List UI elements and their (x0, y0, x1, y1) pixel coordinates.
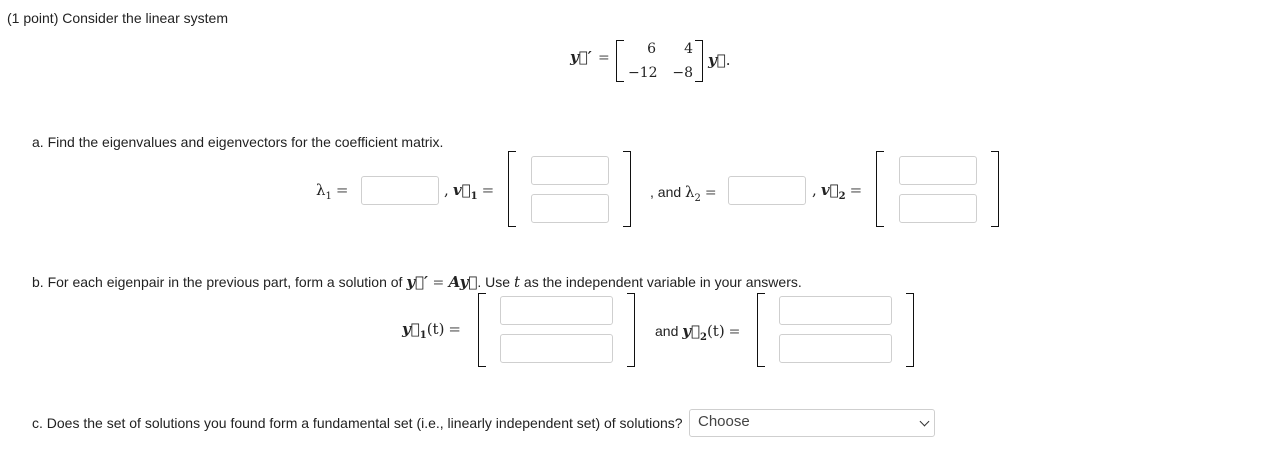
v1-left-bracket (508, 151, 516, 227)
part-a-text: a. Find the eigenvalues and eigenvectors… (32, 134, 444, 150)
y1-right-bracket (627, 293, 635, 367)
y1-label: y⃗1(t) = (402, 320, 461, 341)
v1-right-bracket (623, 151, 631, 227)
and-lambda2-label: , and λ2 = (650, 183, 717, 204)
system-rhs: y⃗. (708, 51, 731, 69)
select-value: Choose (698, 413, 750, 430)
y1-component-1-input[interactable] (500, 296, 613, 325)
matrix-cell: 6 (647, 41, 656, 57)
problem-header: (1 point) Consider the linear system (7, 10, 228, 26)
y2-component-1-input[interactable] (779, 296, 892, 325)
y2-left-bracket (757, 293, 765, 367)
y2-right-bracket (906, 293, 914, 367)
v2-component-2-input[interactable] (899, 194, 977, 223)
y2-component-2-input[interactable] (779, 334, 892, 363)
matrix-right-bracket (695, 40, 703, 82)
v1-label: , v⃗1 = (444, 181, 495, 202)
v2-left-bracket (876, 151, 884, 227)
v1-component-1-input[interactable] (531, 156, 609, 185)
points-label: (1 point) (7, 10, 59, 26)
and-y2-label: and y⃗2(t) = (655, 322, 741, 343)
y1-left-bracket (478, 293, 486, 367)
v2-label: , v⃗2 = (812, 181, 863, 202)
lambda2-input[interactable] (728, 176, 806, 205)
part-b-text: b. For each eigenpair in the previous pa… (32, 273, 802, 291)
matrix-cell: 4 (684, 41, 693, 57)
matrix-cell: −8 (672, 65, 693, 81)
matrix-left-bracket (616, 40, 624, 82)
matrix-cell: −12 (628, 65, 658, 81)
v2-component-1-input[interactable] (899, 156, 977, 185)
part-c-text: c. Does the set of solutions you found f… (32, 415, 683, 431)
v1-component-2-input[interactable] (531, 194, 609, 223)
system-lhs: y⃗′ (570, 48, 592, 66)
problem-prompt: Consider the linear system (62, 10, 228, 26)
lambda1-input[interactable] (361, 176, 439, 205)
fundamental-set-select[interactable]: Choose (689, 409, 935, 437)
system-equals: = (598, 50, 610, 66)
v2-right-bracket (991, 151, 999, 227)
y1-component-2-input[interactable] (500, 334, 613, 363)
chevron-down-icon (919, 416, 930, 427)
lambda1-label: λ1 = (316, 181, 349, 202)
